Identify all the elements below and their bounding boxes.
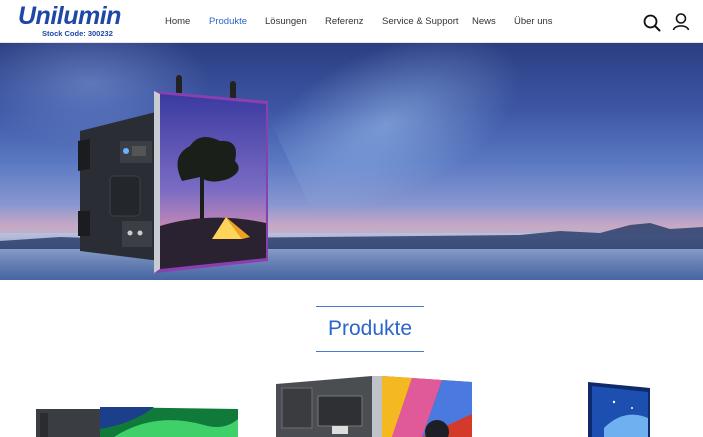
site-header: Unilumin Stock Code: 300232 Home Produkt… [0,0,703,43]
nav-item-service-support[interactable]: Service & Support [382,16,459,27]
user-icon[interactable] [670,11,692,33]
section-heading: Produkte [316,306,424,352]
aurora-glow [258,43,562,241]
hero-banner[interactable] [0,43,703,280]
nav-item-home[interactable]: Home [165,16,190,27]
product-thumbnail[interactable] [34,405,240,437]
nav-item-uber-uns[interactable]: Über uns [514,16,553,27]
led-cabinet-product-image [78,75,268,273]
stock-code: Stock Code: 300232 [42,29,113,38]
search-icon[interactable] [641,11,663,33]
product-thumbnail[interactable] [272,374,472,437]
logo-wordmark: Unilumin [18,2,121,30]
nav-item-referenz[interactable]: Referenz [325,16,364,27]
unilumin-logo[interactable]: Unilumin Stock Code: 300232 [18,3,132,39]
nav-item-produkte[interactable]: Produkte [209,16,247,27]
nav-item-news[interactable]: News [472,16,496,27]
section-title: Produkte [327,317,413,340]
product-thumbnail[interactable] [584,378,654,437]
nav-item-losungen[interactable]: Lösungen [265,16,307,27]
